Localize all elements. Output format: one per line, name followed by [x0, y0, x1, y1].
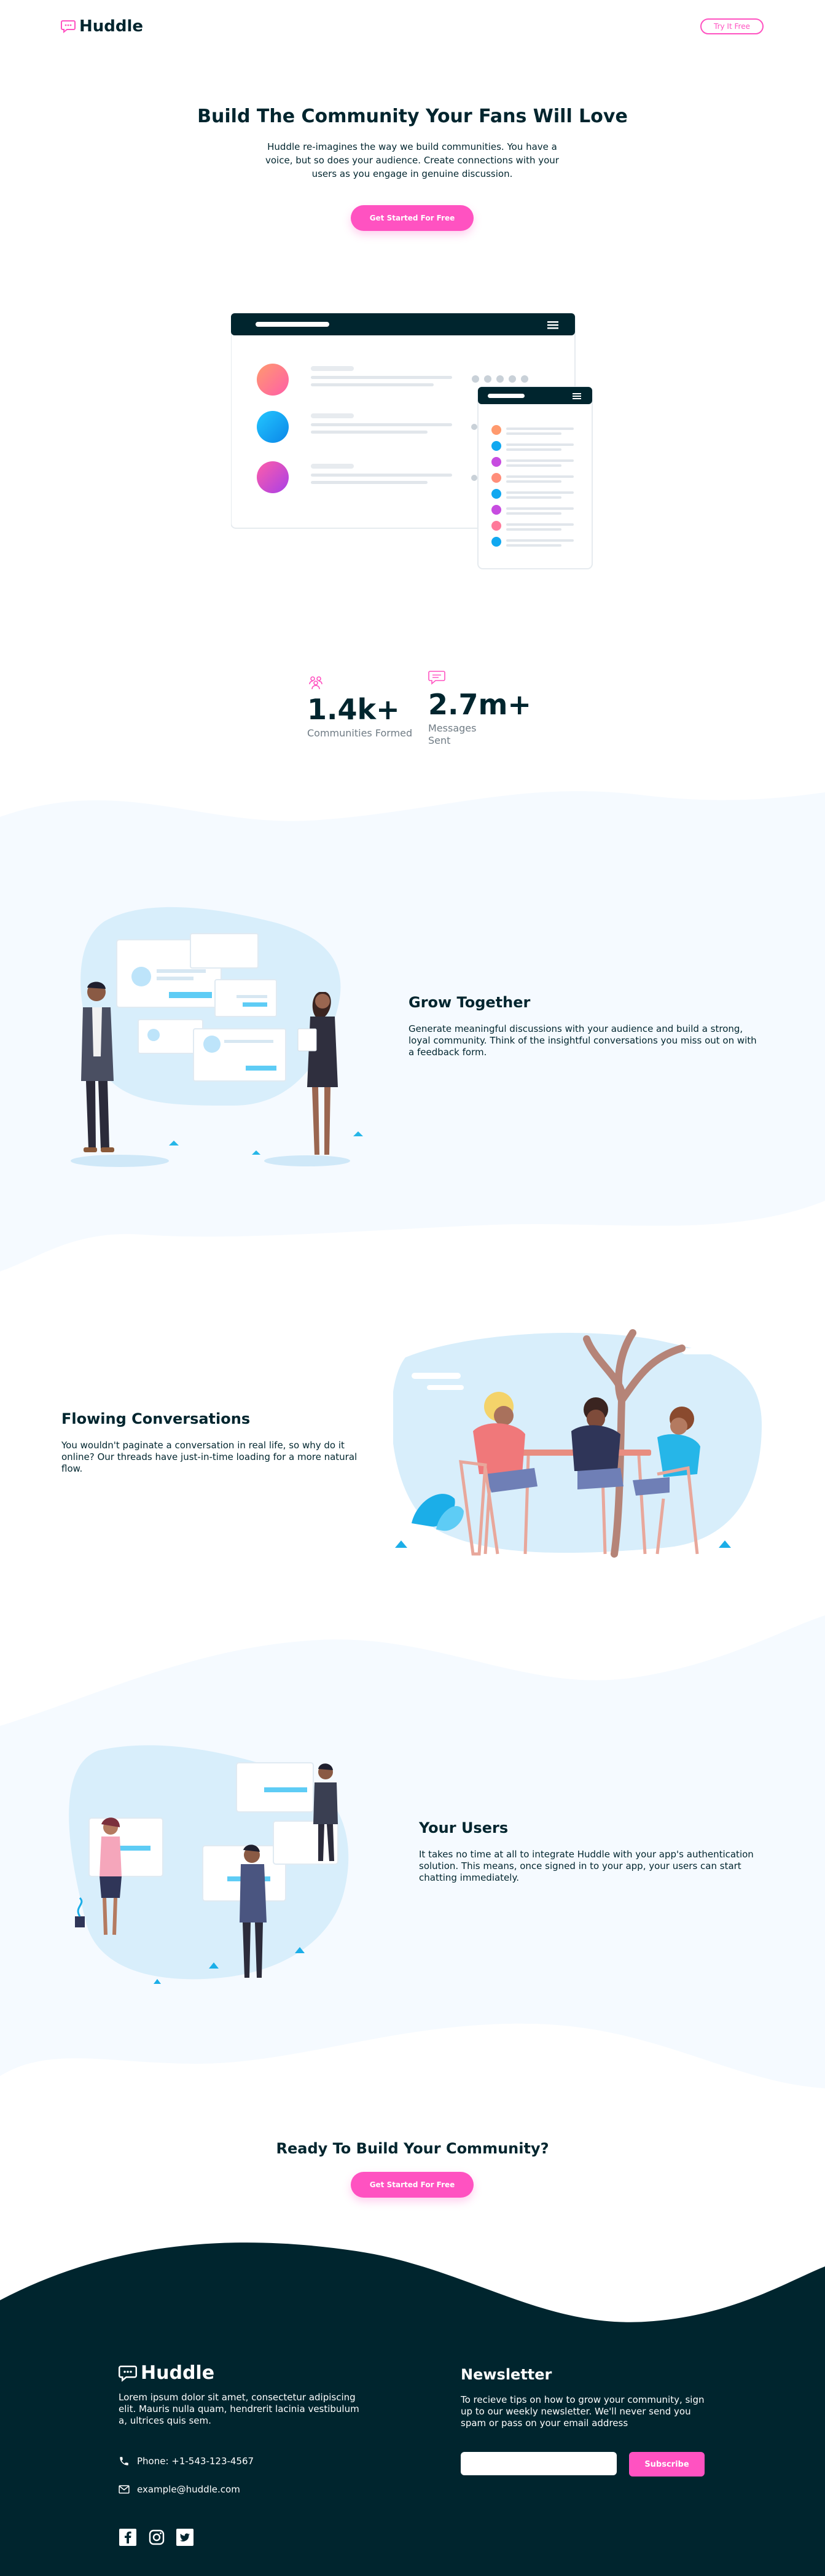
instagram-icon[interactable] [147, 2528, 166, 2547]
newsletter-title: Newsletter [461, 2366, 552, 2383]
cta-title: Ready To Build Your Community? [276, 2140, 549, 2157]
subscribe-button[interactable]: Subscribe [629, 2452, 705, 2476]
logo-text: Huddle [79, 17, 144, 36]
stat-messages: 2.7m+ Messages Sent [428, 669, 531, 747]
stat-communities: 1.4k+ Communities Formed [307, 674, 412, 740]
page: Huddle Try It Free Build The Community Y… [0, 0, 825, 2576]
flowing-conversations-text: You wouldn't paginate a conversation in … [61, 1440, 358, 1474]
facebook-icon[interactable] [119, 2528, 137, 2547]
grow-together-text: Generate meaningful discussions with you… [409, 1023, 757, 1058]
stat-messages-label-line1: Messages [428, 722, 477, 734]
grow-together-title: Grow Together [409, 994, 531, 1011]
stat-messages-value: 2.7m+ [428, 688, 531, 721]
hero-title: Build The Community Your Fans Will Love [197, 106, 628, 127]
header: Huddle Try It Free [0, 0, 825, 55]
flowing-conversations-illustration [393, 1329, 762, 1558]
flowing-conversations-title: Flowing Conversations [61, 1410, 251, 1427]
email-icon [119, 2485, 130, 2494]
phone-icon [120, 2457, 128, 2465]
newsletter-email-input[interactable] [461, 2452, 617, 2475]
messages-icon [428, 671, 445, 685]
stat-communities-label: Communities Formed [307, 727, 413, 739]
footer-phone[interactable]: Phone: +1-543-123-4567 [119, 2456, 254, 2467]
communities-icon [309, 676, 323, 690]
cta-button[interactable]: Get Started For Free [351, 2172, 474, 2198]
stat-messages-label-line2: Sent [428, 735, 451, 746]
footer-email-text: example@huddle.com [137, 2484, 240, 2495]
your-users-text: It takes no time at all to integrate Hud… [419, 1849, 754, 1883]
chat-bubble-logo-icon [61, 20, 76, 33]
footer-logo-text: Huddle [141, 2362, 215, 2384]
stat-communities-value: 1.4k+ [307, 693, 400, 726]
newsletter-text: To recieve tips on how to grow your comm… [461, 2394, 705, 2429]
your-users-title: Your Users [419, 1819, 509, 1836]
your-users-illustration [69, 1745, 349, 1984]
hero-text: Huddle re-imagines the way we build comm… [265, 141, 559, 179]
chat-bubble-logo-icon [119, 2365, 137, 2382]
try-it-free-button[interactable]: Try It Free [700, 18, 764, 34]
hero-cta-button[interactable]: Get Started For Free [351, 205, 474, 231]
header-logo[interactable]: Huddle [61, 17, 143, 36]
app-mockup-illustration [231, 313, 593, 569]
footer-email[interactable]: example@huddle.com [119, 2484, 240, 2495]
footer-phone-text: Phone: +1-543-123-4567 [137, 2456, 254, 2467]
footer-description: Lorem ipsum dolor sit amet, consectetur … [119, 2392, 359, 2426]
footer-logo[interactable]: Huddle [119, 2362, 214, 2384]
grow-together-illustration [71, 907, 363, 1167]
twitter-icon[interactable] [176, 2528, 194, 2547]
